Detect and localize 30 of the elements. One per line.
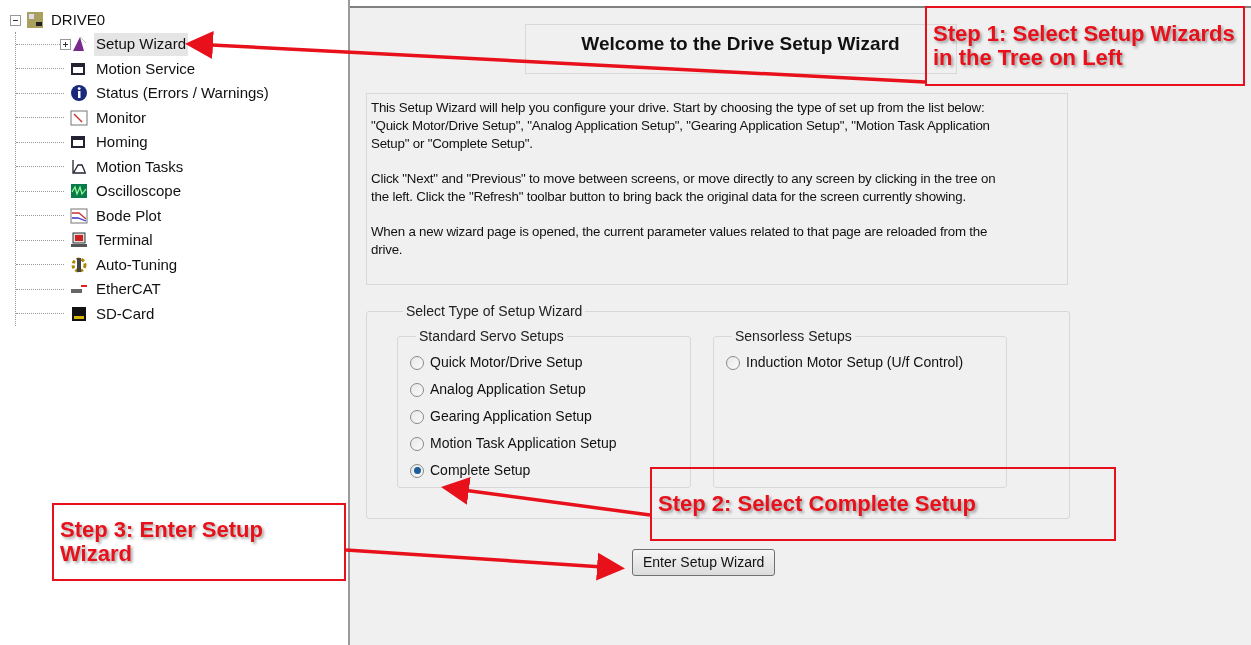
description-text: This Setup Wizard will help you configure your drive. Start by choosing the type of set up from the list below: "Quick Motor/Drive Setup", "Analog Application Setup", "Gearing Application Setup", "Motion Task Application Setup" or "Complete Setup".	[371, 99, 991, 153]
tree-item[interactable]: DRIVE0	[51, 8, 106, 32]
enter-wizard-button[interactable]: Enter Setup Wizard	[632, 549, 776, 576]
description-text: When a new wizard page is opened, the current parameter values related to that page are reloaded from the drive.	[371, 223, 989, 259]
tree-item[interactable]: SD-Card	[94, 302, 157, 325]
description-text: Click "Next" and "Previous" to move between screens, or move directly to any screen by clicking in the tree on the left. Click the "Refresh" toolbar button to bring back the original data for the screen currently showing.	[371, 170, 997, 206]
tree-item[interactable]: Auto-Tuning	[94, 253, 180, 276]
tree-item[interactable]: Terminal	[94, 229, 155, 252]
tree-item[interactable]: Bode Plot	[94, 204, 164, 227]
subgroup-title: Sensorless Setups	[734, 327, 853, 346]
radio-label[interactable]: Induction Motor Setup (U/f Control)	[746, 352, 964, 373]
callout-text: Step 2: Select Complete Setup	[658, 492, 976, 516]
tree-item[interactable]: Motion Service	[94, 57, 198, 80]
tree-item[interactable]: Homing	[94, 131, 150, 154]
tree-item[interactable]: Motion Tasks	[94, 155, 186, 178]
radio-label[interactable]: Complete Setup	[430, 460, 531, 481]
radio-label[interactable]: Quick Motor/Drive Setup	[430, 352, 583, 373]
page-title: Welcome to the Drive Setup Wizard	[581, 32, 900, 54]
radio-label[interactable]: Analog Application Setup	[430, 379, 586, 400]
tree-item[interactable]: Oscilloscope	[94, 180, 184, 203]
radio-label[interactable]: Motion Task Application Setup	[430, 433, 617, 454]
callout-text: Step 3: Enter Setup Wizard	[60, 518, 264, 566]
tree-item[interactable]: Status (Errors / Warnings)	[94, 82, 271, 105]
tree-item[interactable]: Monitor	[94, 106, 149, 129]
callout-text: Step 1: Select Setup Wizards in the Tree on Left	[933, 22, 1236, 70]
subgroup-title: Standard Servo Setups	[418, 327, 565, 346]
tree-item[interactable]: EtherCAT	[94, 278, 163, 301]
group-title: Select Type of Setup Wizard	[405, 302, 584, 321]
radio-label[interactable]: Gearing Application Setup	[430, 406, 592, 427]
tree-item[interactable]: Setup Wizard	[94, 33, 189, 56]
